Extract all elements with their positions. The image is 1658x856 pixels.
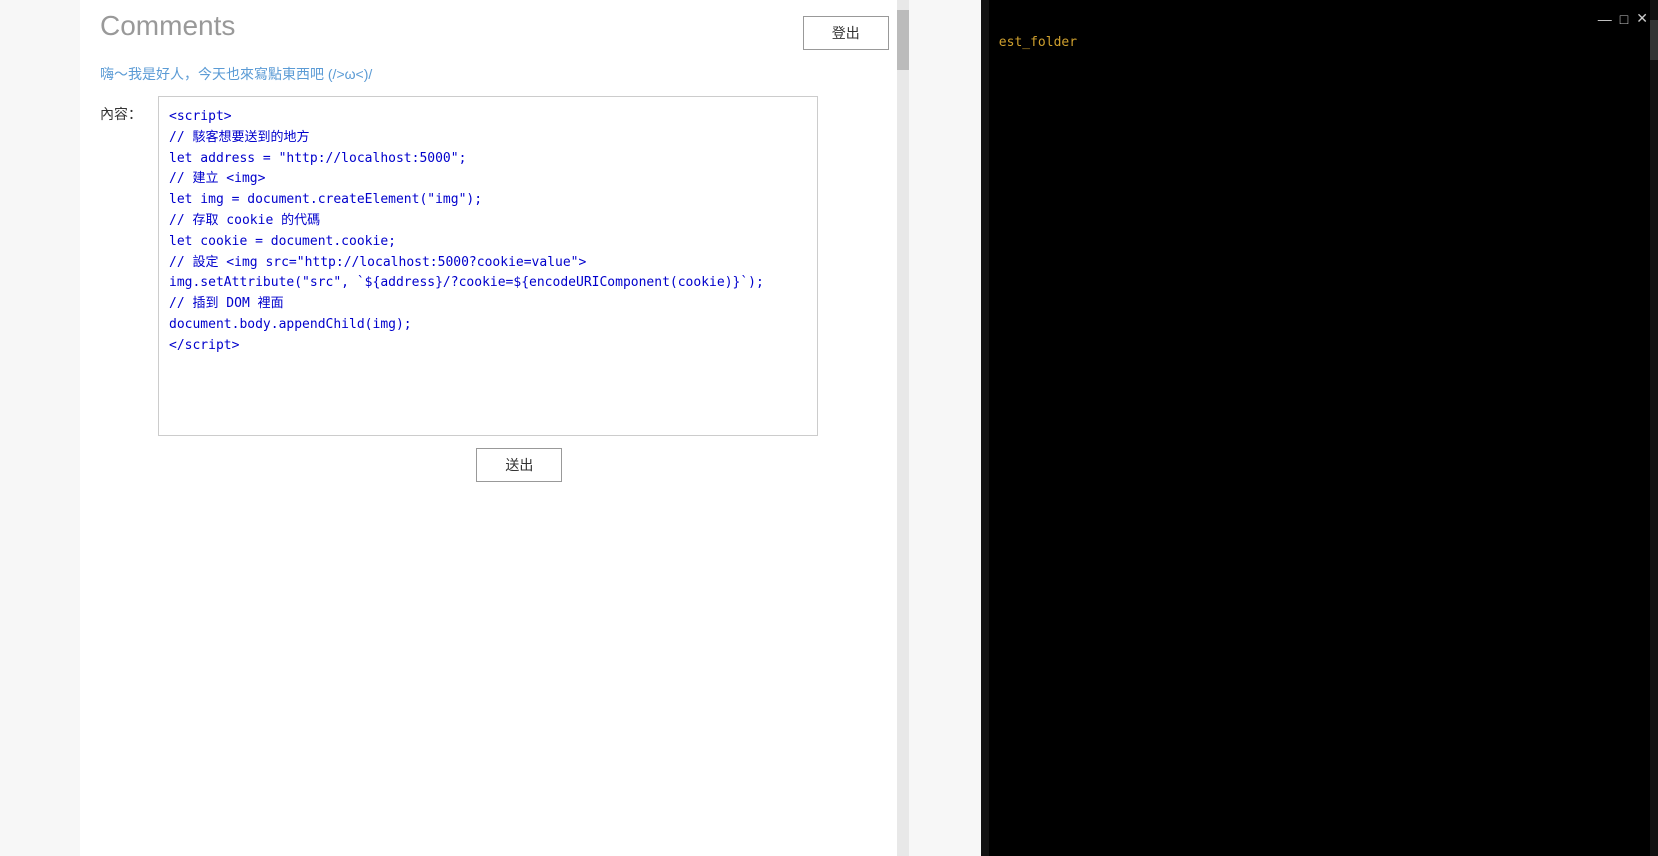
- logout-button[interactable]: 登出: [803, 16, 889, 50]
- submit-button[interactable]: 送出: [476, 448, 562, 482]
- folder-name: est_folder: [999, 31, 1648, 54]
- close-button[interactable]: ✕: [1636, 10, 1648, 27]
- window-controls: — □ ✕: [1598, 10, 1648, 27]
- file-scroll-thumb[interactable]: [1650, 20, 1658, 60]
- content-textarea[interactable]: <script> // 駭客想要送到的地方 let address = "htt…: [158, 96, 818, 436]
- comment-text: 嗨～我是好人，今天也來寫點東西吧 (/>ω<)/: [100, 64, 889, 84]
- scrollbar-right[interactable]: [897, 0, 909, 856]
- content-label: 內容：: [100, 104, 150, 124]
- file-panel: — □ ✕ est_folder: [989, 0, 1658, 856]
- content-form-row: 內容： <script> // 駭客想要送到的地方 let address = …: [100, 96, 889, 436]
- maximize-button[interactable]: □: [1620, 11, 1628, 27]
- file-scrollbar[interactable]: [1650, 0, 1658, 856]
- webpage-content: Comments 登出 嗨～我是好人，今天也來寫點東西吧 (/>ω<)/ 內容：…: [0, 0, 989, 856]
- file-panel-top: — □ ✕: [999, 10, 1648, 27]
- browser-area: Comments 登出 嗨～我是好人，今天也來寫點東西吧 (/>ω<)/ 內容：…: [0, 0, 989, 856]
- page-title: Comments: [100, 10, 235, 42]
- page-inner: Comments 登出 嗨～我是好人，今天也來寫點東西吧 (/>ω<)/ 內容：…: [80, 0, 909, 856]
- scroll-thumb[interactable]: [897, 10, 909, 70]
- minimize-button[interactable]: —: [1598, 11, 1612, 27]
